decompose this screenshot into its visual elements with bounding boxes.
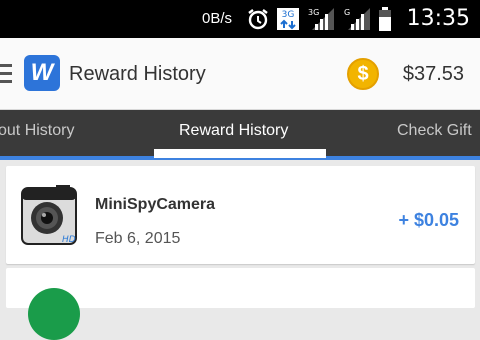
coin-icon: $ xyxy=(347,58,379,90)
tab-payout-history[interactable]: out History xyxy=(0,122,74,140)
battery-icon xyxy=(379,7,391,31)
list-item[interactable] xyxy=(6,268,475,340)
camera-app-icon: HD xyxy=(21,185,77,245)
clock: 13:35 xyxy=(406,6,470,31)
reward-list: HD MiniSpyCamera Feb 6, 2015 + $0.05 xyxy=(0,160,480,340)
svg-text:3G: 3G xyxy=(282,10,295,20)
menu-icon[interactable] xyxy=(0,64,12,84)
item-date: Feb 6, 2015 xyxy=(95,230,181,247)
green-app-icon xyxy=(28,288,80,340)
balance-amount: $37.53 xyxy=(402,63,464,85)
tab-reward-history[interactable]: Reward History xyxy=(179,122,288,140)
app-bar: W Reward History $ $37.53 xyxy=(0,38,480,110)
svg-text:3G: 3G xyxy=(308,8,319,17)
status-icons: 3G 3G G xyxy=(246,6,392,32)
active-tab-indicator xyxy=(154,149,326,158)
alarm-icon xyxy=(248,9,268,30)
network-speed: 0B/s xyxy=(202,10,233,27)
svg-text:G: G xyxy=(344,8,350,17)
tab-check-gift[interactable]: Check Gift xyxy=(397,122,472,140)
app-logo: W xyxy=(24,55,60,91)
signal-3g-icon: 3G xyxy=(308,8,334,30)
page-title: Reward History xyxy=(69,63,206,85)
data-transfer-icon: 3G xyxy=(277,8,299,30)
svg-text:HD: HD xyxy=(62,235,76,245)
list-item[interactable]: HD MiniSpyCamera Feb 6, 2015 + $0.05 xyxy=(6,166,475,264)
reward-amount: + $0.05 xyxy=(398,210,459,230)
status-bar: 0B/s 3G 3G G 13:35 xyxy=(0,0,480,38)
signal-g-icon: G xyxy=(344,8,370,30)
item-name: MiniSpyCamera xyxy=(95,196,216,213)
